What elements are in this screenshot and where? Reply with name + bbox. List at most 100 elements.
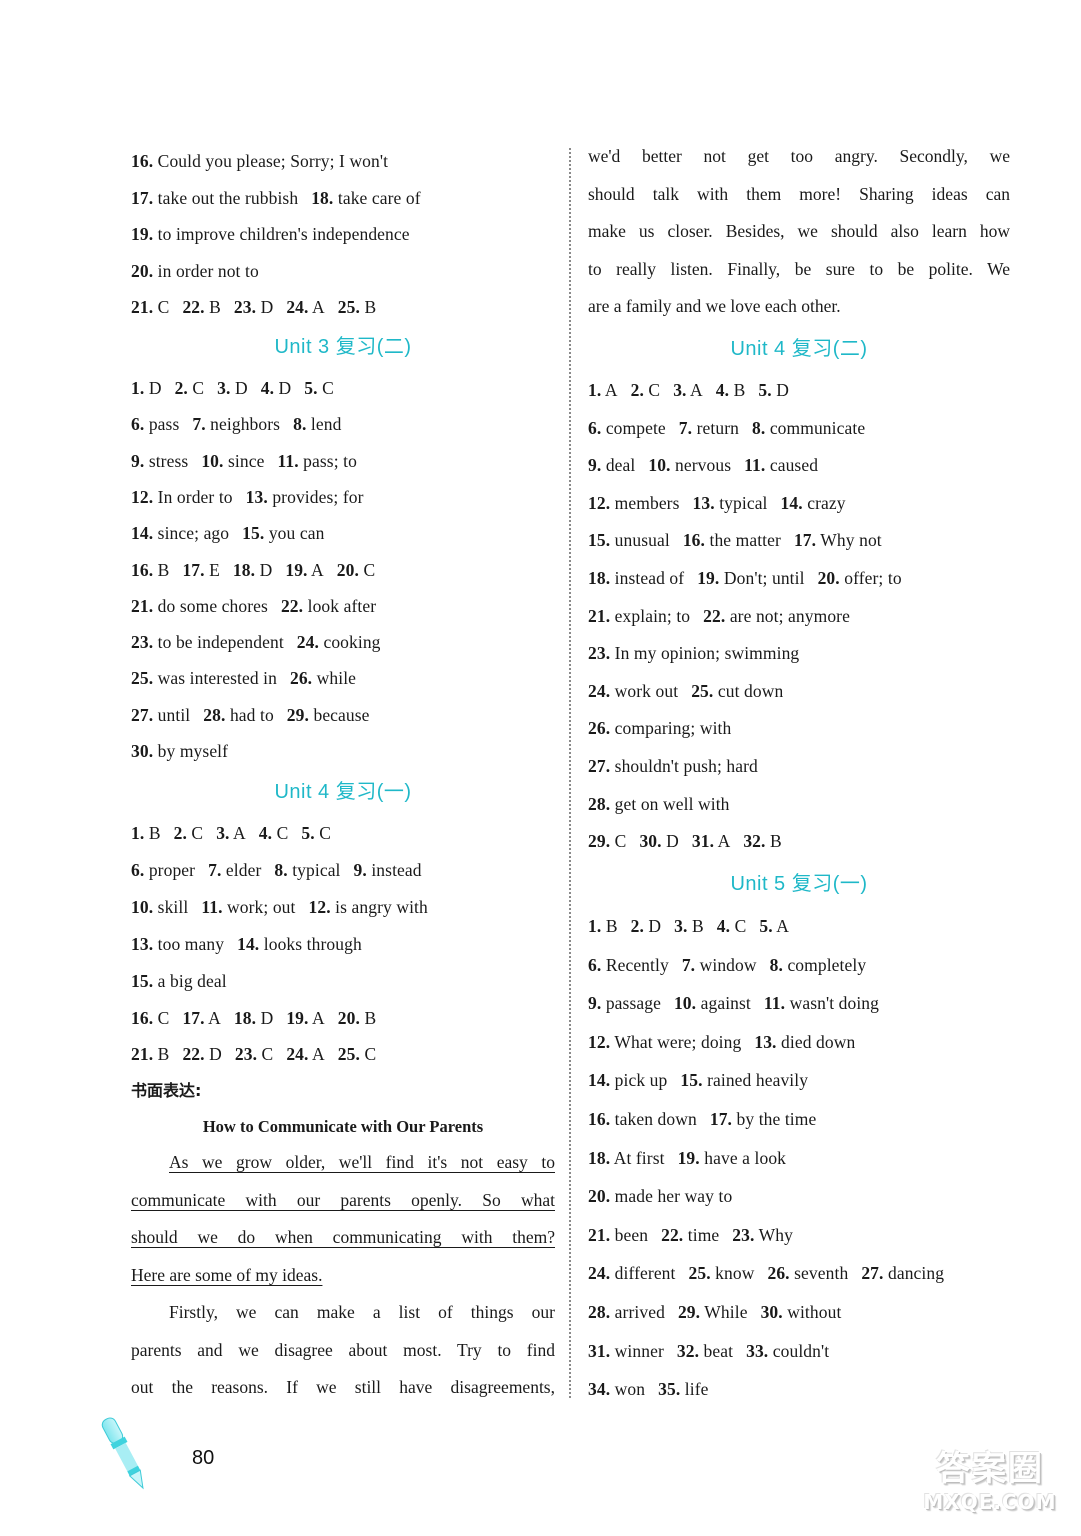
question-number: 29. <box>286 704 309 725</box>
answer-text: C <box>614 831 627 852</box>
essay-text: Here are some of my ideas. <box>131 1264 323 1285</box>
question-number: 23. <box>233 297 257 318</box>
answer-text: C <box>363 559 376 580</box>
question-number: 11. <box>744 455 766 476</box>
answer-line: 34. won 35. life <box>588 1378 722 1400</box>
question-number: 33. <box>746 1340 769 1361</box>
answer-item: 2. C <box>631 379 661 401</box>
question-number: 6. <box>131 414 145 435</box>
answer-item: 7. neighbors <box>192 413 280 435</box>
answer-text: C <box>364 1044 377 1065</box>
answer-text: D <box>234 378 248 398</box>
answer-item: 24. work out <box>588 680 678 702</box>
question-number: 12. <box>588 1031 611 1052</box>
question-number: 26. <box>767 1263 790 1284</box>
question-number: 30. <box>639 831 662 852</box>
question-number: 12. <box>588 492 611 513</box>
writing-label: 书面表达: <box>131 1081 202 1100</box>
answer-item: 24. A <box>286 296 324 318</box>
essay-line: parents and we disagree about most. Try … <box>131 1332 555 1370</box>
question-number: 13. <box>131 933 154 954</box>
answer-text: beat <box>703 1340 734 1361</box>
answer-text: passage <box>605 993 661 1014</box>
question-number: 1. <box>588 380 602 400</box>
answer-item: 30. without <box>761 1301 842 1323</box>
essay-line: should we do when communicating with the… <box>131 1219 555 1257</box>
essay-text: As we grow older, we'll find it's not ea… <box>169 1152 555 1172</box>
answer-item: 13. died down <box>754 1031 855 1053</box>
answer-text: been <box>614 1224 649 1245</box>
question-number: 8. <box>274 859 288 880</box>
question-number: 7. <box>208 859 222 880</box>
answer-item: 11. wasn't doing <box>764 992 879 1014</box>
question-number: 24. <box>286 1044 309 1065</box>
answer-line: 21. do some chores 22. look after <box>131 595 389 617</box>
answer-text: B <box>770 831 782 852</box>
answer-text: different <box>614 1263 676 1284</box>
answer-text: Recently <box>605 954 669 975</box>
answer-item: 20. in order not to <box>131 260 259 282</box>
question-number: 10. <box>201 450 224 471</box>
answer-text: winner <box>614 1340 664 1361</box>
answer-item: 8. communicate <box>752 417 865 439</box>
question-number: 13. <box>692 492 715 513</box>
answer-item: 1. D <box>131 377 162 399</box>
answer-text: completely <box>787 954 867 975</box>
answer-item: 29. because <box>287 704 370 726</box>
answer-item: 19. Don't; until <box>697 567 804 589</box>
answer-text: compete <box>605 417 666 438</box>
answer-line: 27. until 28. had to 29. because <box>131 704 383 726</box>
answer-text: typical <box>719 492 768 513</box>
answer-item: 18. At first <box>588 1147 665 1169</box>
answer-item: 9. stress <box>131 450 188 472</box>
answer-item: 25. know <box>689 1262 755 1284</box>
answer-text: D <box>278 378 292 398</box>
answer-text: D <box>260 297 274 318</box>
question-number: 26. <box>588 718 611 739</box>
answer-item: 6. compete <box>588 417 666 439</box>
answer-item: 11. work; out <box>201 896 295 918</box>
answer-text: cooking <box>323 632 381 653</box>
question-number: 9. <box>353 859 367 880</box>
essay-line: make us closer. Besides, we should also … <box>588 213 1010 251</box>
answer-item: 29. While <box>678 1301 748 1323</box>
answer-line: 6. Recently 7. window 8. completely <box>588 954 879 976</box>
answer-text: was interested in <box>157 668 277 689</box>
question-number: 21. <box>131 595 154 616</box>
answer-item: 3. A <box>673 379 703 401</box>
question-number: 12. <box>131 486 154 507</box>
answer-line: 12. members 13. typical 14. crazy <box>588 492 859 514</box>
question-number: 16. <box>682 530 705 551</box>
answer-text: nervous <box>675 455 732 476</box>
answer-text: B <box>157 559 170 580</box>
question-number: 14. <box>237 933 260 954</box>
answer-item: 25. cut down <box>691 680 783 702</box>
answer-line: 6. proper 7. elder 8. typical 9. instead <box>131 859 435 881</box>
answer-item: 14. looks through <box>237 933 362 955</box>
answer-item: 7. elder <box>208 859 261 881</box>
answer-text: B <box>157 1044 170 1065</box>
answer-line: 20. in order not to <box>131 260 272 282</box>
question-number: 9. <box>588 455 602 476</box>
answer-text: arrived <box>614 1302 665 1322</box>
answer-text: A <box>312 1044 325 1065</box>
answer-text: A <box>690 380 703 400</box>
question-number: 19. <box>697 568 720 588</box>
answer-text: C <box>734 916 747 936</box>
answer-item: 19. to improve children's independence <box>131 223 410 245</box>
answer-text: since <box>227 450 265 471</box>
answer-line: 27. shouldn't push; hard <box>588 755 771 777</box>
answer-item: 32. B <box>743 830 781 852</box>
answer-text: unusual <box>614 530 670 551</box>
answer-text: died down <box>781 1031 856 1052</box>
answer-text: B <box>605 916 618 936</box>
answer-item: 4. D <box>261 377 292 399</box>
answer-item: 31. A <box>692 830 730 852</box>
answer-item: 9. passage <box>588 992 661 1014</box>
question-number: 10. <box>131 896 154 917</box>
answer-item: 1. B <box>131 822 161 844</box>
page-number: 80 <box>192 1447 215 1469</box>
answer-item: 5. C <box>301 822 331 844</box>
answer-text: stress <box>148 450 189 471</box>
answer-text: the matter <box>709 530 781 551</box>
